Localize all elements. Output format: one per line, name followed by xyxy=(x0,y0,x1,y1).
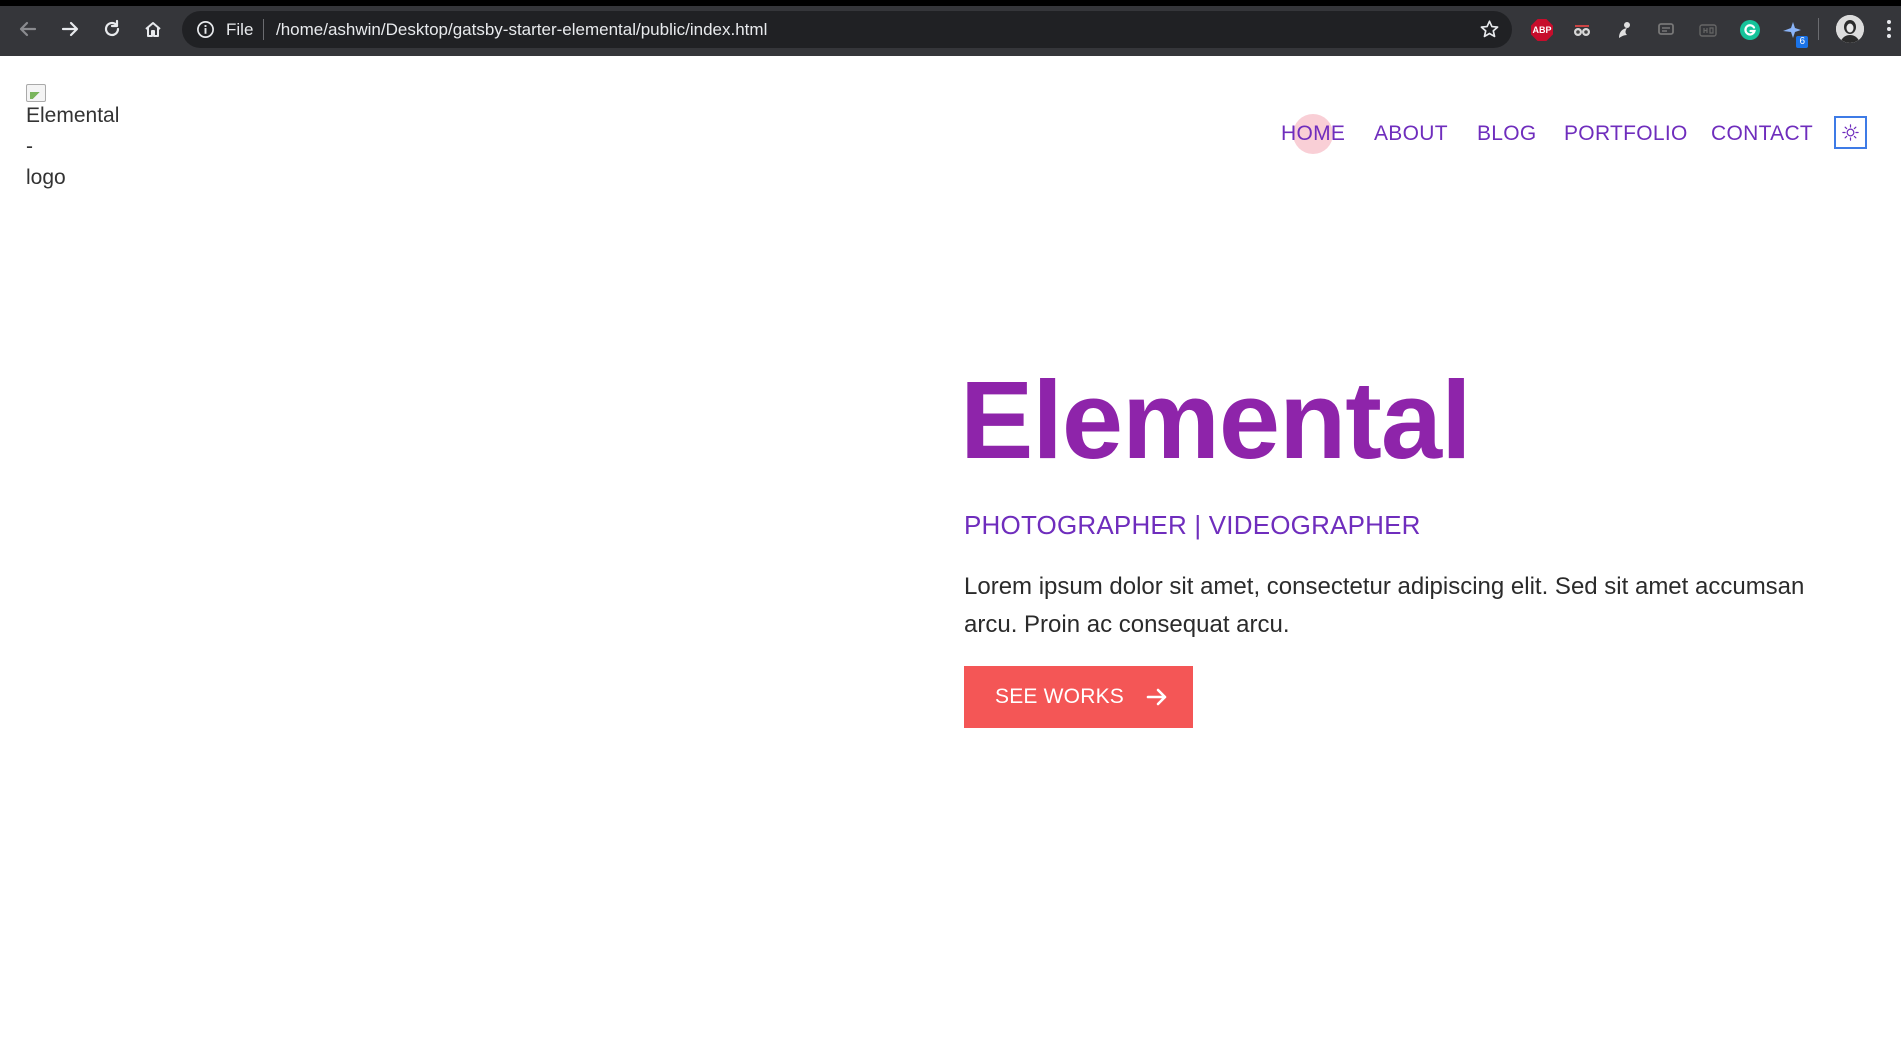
reload-button[interactable] xyxy=(99,16,125,42)
nav-link-home[interactable]: HOME xyxy=(1281,116,1345,152)
info-icon[interactable] xyxy=(196,20,215,39)
avatar-icon xyxy=(1836,15,1864,43)
main-navigation: HOME ABOUT BLOG PORTFOLIO CONTACT xyxy=(0,114,1901,156)
translate-extension[interactable]: 6 xyxy=(1780,18,1808,48)
grammarly-extension[interactable] xyxy=(1738,18,1762,42)
page-viewport: Elemental - logo HOME ABOUT BLOG PORTFOL… xyxy=(0,56,1901,1042)
nav-link-about[interactable]: ABOUT xyxy=(1374,116,1448,152)
address-bar[interactable]: File /home/ashwin/Desktop/gatsby-starter… xyxy=(182,11,1512,48)
forward-icon xyxy=(61,21,79,37)
extension-button[interactable] xyxy=(1612,18,1636,42)
toolbar-separator xyxy=(1818,18,1819,40)
nav-link-blog[interactable]: BLOG xyxy=(1477,116,1537,152)
home-icon xyxy=(145,22,161,37)
extension-button[interactable] xyxy=(1570,18,1594,42)
theme-toggle-button[interactable] xyxy=(1834,116,1867,149)
hero-title: Elemental xyxy=(960,359,1472,482)
back-button[interactable] xyxy=(15,16,41,42)
extension-icon xyxy=(1619,22,1630,38)
avatar[interactable] xyxy=(1836,15,1864,43)
extension-button[interactable] xyxy=(1654,18,1678,42)
browser-toolbar: File /home/ashwin/Desktop/gatsby-starter… xyxy=(0,0,1901,56)
more-icon[interactable] xyxy=(1886,19,1892,39)
home-button[interactable] xyxy=(140,16,166,42)
address-separator xyxy=(263,19,264,40)
see-works-label: SEE WORKS xyxy=(995,685,1124,708)
adblock-icon: ABP xyxy=(1531,19,1553,41)
forward-button[interactable] xyxy=(57,16,83,42)
sun-icon xyxy=(1842,124,1859,141)
grammarly-icon xyxy=(1740,20,1760,40)
arrow-right-icon xyxy=(1144,684,1170,710)
broken-image-icon xyxy=(26,84,46,102)
hero-description: Lorem ipsum dolor sit amet, consectetur … xyxy=(964,573,1805,638)
extension-button[interactable] xyxy=(1696,18,1720,42)
extension-icon xyxy=(1574,25,1590,36)
extension-icon xyxy=(1658,23,1674,35)
logo-alt-text-line: logo xyxy=(26,166,66,189)
see-works-button[interactable]: SEE WORKS xyxy=(964,666,1193,728)
star-icon[interactable] xyxy=(1479,19,1500,40)
nav-link-contact[interactable]: CONTACT xyxy=(1711,116,1813,152)
back-icon xyxy=(19,21,37,37)
reload-icon xyxy=(104,19,120,37)
adblock-extension[interactable]: ABP xyxy=(1530,18,1554,42)
url-text[interactable]: /home/ashwin/Desktop/gatsby-starter-elem… xyxy=(276,20,767,39)
file-scheme-label: File xyxy=(226,20,254,39)
extension-icon xyxy=(1699,24,1717,37)
tab-strip xyxy=(0,0,1901,6)
nav-link-portfolio[interactable]: PORTFOLIO xyxy=(1564,116,1688,152)
extension-badge: 6 xyxy=(1796,36,1808,48)
hero-subtitle: PHOTOGRAPHER | VIDEOGRAPHER xyxy=(964,510,1421,540)
